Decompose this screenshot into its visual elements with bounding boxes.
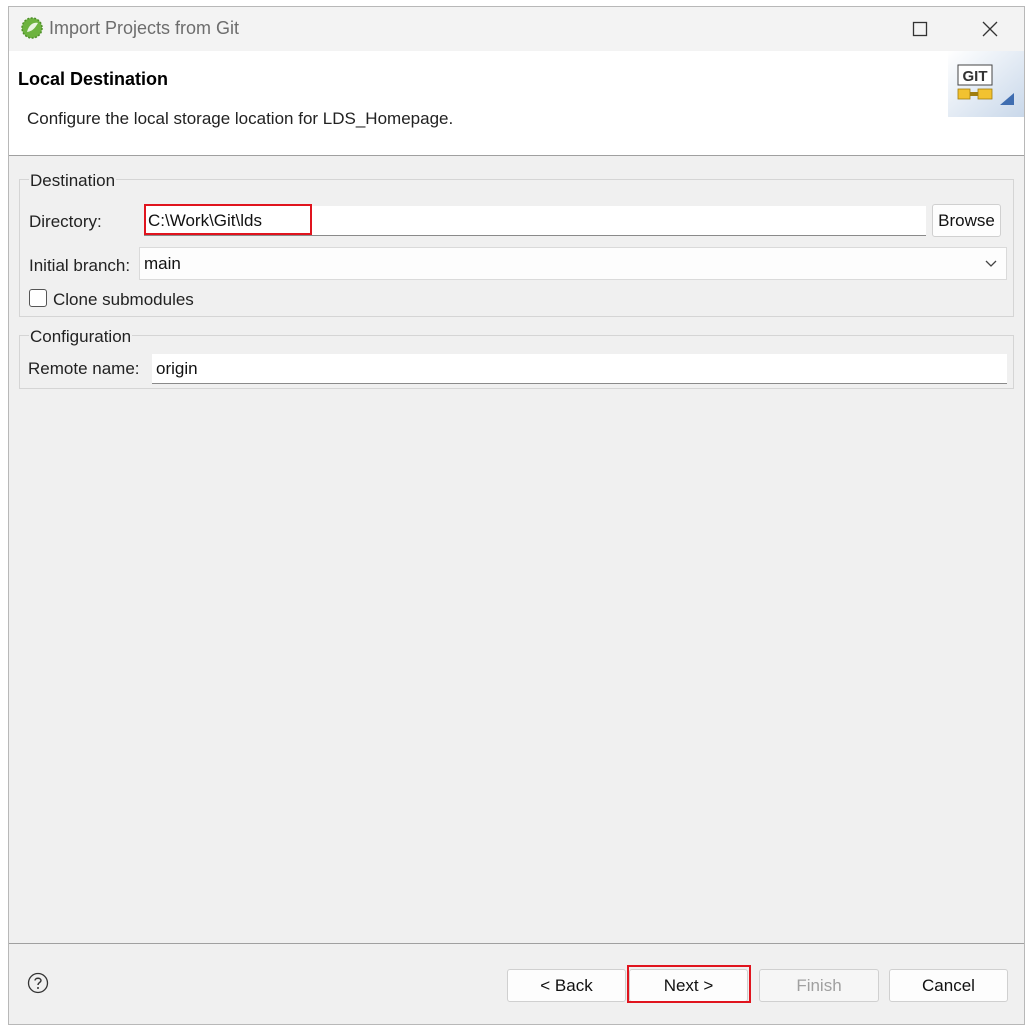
maximize-button[interactable] [885,7,955,51]
wizard-header: Local Destination Configure the local st… [9,51,1024,156]
destination-group-title: Destination [29,171,117,191]
question-icon[interactable] [27,972,49,994]
next-highlight-box [627,965,751,1003]
back-button[interactable]: < Back [507,969,626,1002]
git-banner-text: GIT [963,68,988,85]
configuration-group-title: Configuration [29,327,133,347]
directory-highlight-box [144,204,312,235]
git-banner-icon: GIT [948,51,1024,117]
clone-submodules-label: Clone submodules [53,290,194,309]
maximize-icon [912,21,928,37]
clone-submodules-checkbox[interactable] [29,289,47,307]
initial-branch-label: Initial branch: [29,256,131,275]
page-title: Local Destination [18,69,169,89]
page-description: Configure the local storage location for… [27,109,454,128]
cancel-button[interactable]: Cancel [889,969,1008,1002]
import-dialog: Import Projects from Git Local Destinati… [8,6,1025,1025]
browse-button[interactable]: Browse [932,204,1001,237]
eclipse-spring-icon [21,17,43,39]
title-bar: Import Projects from Git [9,7,1024,51]
footer-separator [9,943,1024,944]
initial-branch-select[interactable]: main [139,247,1007,280]
destination-group: Destination Directory: C:\Work\Git\lds B… [19,171,1014,317]
directory-label: Directory: [29,212,102,231]
initial-branch-value: main [144,253,181,273]
window-title: Import Projects from Git [49,18,240,38]
remote-name-label: Remote name: [28,359,140,378]
configuration-group: Configuration Remote name: origin [19,327,1014,389]
finish-button[interactable]: Finish [759,969,879,1002]
remote-name-input[interactable]: origin [152,354,1007,384]
close-button[interactable] [955,7,1024,51]
chevron-down-icon [985,260,997,267]
close-icon [982,21,998,37]
